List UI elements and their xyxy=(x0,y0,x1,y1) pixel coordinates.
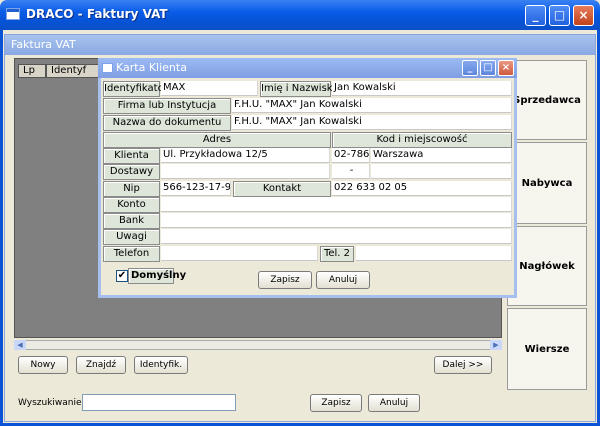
window-title: DRACO - Faktury VAT xyxy=(26,7,168,21)
domyslny-label: Domyślny xyxy=(128,268,186,284)
faktura-window-title: Faktura VAT xyxy=(5,35,595,55)
dialog-title: Karta Klienta xyxy=(116,61,187,74)
identyfikator-field[interactable]: MAX xyxy=(161,81,258,96)
znajdz-button[interactable]: Znajdź xyxy=(76,356,126,374)
konto-field[interactable] xyxy=(161,197,512,212)
sprzedawca-tab[interactable]: Sprzedawca xyxy=(507,60,587,140)
nazwa-dok-label: Nazwa do dokumentu xyxy=(103,115,231,131)
cancel-button[interactable]: Anuluj xyxy=(368,394,420,412)
kontakt-field[interactable]: 022 633 02 05 xyxy=(332,181,512,196)
dialog-minimize-button[interactable]: _ xyxy=(462,60,478,76)
dostawy-kod-field[interactable]: - xyxy=(332,164,370,179)
telefon-label: Telefon xyxy=(103,246,160,262)
dialog-close-button[interactable]: × xyxy=(498,60,514,76)
nip-label: Nip xyxy=(103,181,160,197)
nowy-button[interactable]: Nowy xyxy=(18,356,68,374)
bank-field[interactable] xyxy=(161,213,512,228)
save-button[interactable]: Zapisz xyxy=(310,394,362,412)
scroll-right-icon[interactable]: ▶ xyxy=(490,340,502,350)
identyfik-button[interactable]: Identyfik. xyxy=(134,356,188,374)
tel2-field[interactable] xyxy=(356,246,512,261)
firma-field[interactable]: F.H.U. "MAX" Jan Kowalski xyxy=(232,98,512,113)
klienta-label: Klienta xyxy=(103,148,160,164)
column-lp[interactable]: Lp xyxy=(18,64,46,78)
dialog-maximize-button[interactable]: □ xyxy=(480,60,496,76)
dostawy-adres-field[interactable] xyxy=(161,164,330,179)
maximize-button[interactable]: □ xyxy=(549,5,570,26)
nip-field[interactable]: 566-123-17-97 xyxy=(161,181,231,196)
horizontal-scrollbar[interactable]: ◀ ▶ xyxy=(14,340,502,350)
imie-label: Imię i Nazwisko xyxy=(260,81,338,97)
nazwa-dok-field[interactable]: F.H.U. "MAX" Jan Kowalski xyxy=(232,115,512,130)
firma-label: Firma lub Instytucja xyxy=(103,98,231,114)
nabywca-tab[interactable]: Nabywca xyxy=(507,142,587,224)
adres-header: Adres xyxy=(103,132,331,148)
klienta-adres-field[interactable]: Ul. Przykładowa 12/5 xyxy=(161,148,330,163)
tel2-label: Tel. 2 xyxy=(320,246,354,262)
kontakt-label: Kontakt xyxy=(233,181,331,197)
search-label: Wyszukiwanie: xyxy=(18,398,85,408)
close-button[interactable]: × xyxy=(573,5,594,26)
dalej-button[interactable]: Dalej >> xyxy=(434,356,492,374)
window-titlebar: DRACO - Faktury VAT _ □ × xyxy=(0,0,600,30)
search-input[interactable] xyxy=(82,394,236,411)
app-icon xyxy=(6,8,20,20)
dostawy-label: Dostawy xyxy=(103,164,160,180)
konto-label: Konto xyxy=(103,197,160,213)
dialog-icon xyxy=(102,63,113,73)
dialog-zapisz-button[interactable]: Zapisz xyxy=(258,271,312,289)
telefon-field[interactable] xyxy=(161,246,318,261)
grid-header: Lp Identyf xyxy=(18,64,106,78)
naglowek-tab[interactable]: Nagłówek xyxy=(507,226,587,306)
kod-header: Kod i miejscowość xyxy=(332,132,512,148)
uwagi-label: Uwagi xyxy=(103,229,160,245)
dialog-titlebar: Karta Klienta _ □ × xyxy=(98,58,517,78)
wiersze-tab[interactable]: Wiersze xyxy=(507,308,587,390)
identyfikator-label: Identyfikator xyxy=(103,81,168,97)
dialog-anuluj-button[interactable]: Anuluj xyxy=(316,271,370,289)
minimize-button[interactable]: _ xyxy=(525,5,546,26)
uwagi-field[interactable] xyxy=(161,229,512,244)
domyslny-checkbox[interactable]: ✔ xyxy=(116,270,128,282)
scroll-left-icon[interactable]: ◀ xyxy=(14,340,26,350)
klienta-kod-field[interactable]: 02-786 xyxy=(332,148,370,163)
bank-label: Bank xyxy=(103,213,160,229)
column-identyf[interactable]: Identyf xyxy=(46,64,106,78)
klienta-miasto-field[interactable]: Warszawa xyxy=(371,148,512,163)
imie-field[interactable]: Jan Kowalski xyxy=(332,81,512,96)
dostawy-miasto-field[interactable] xyxy=(371,164,512,179)
